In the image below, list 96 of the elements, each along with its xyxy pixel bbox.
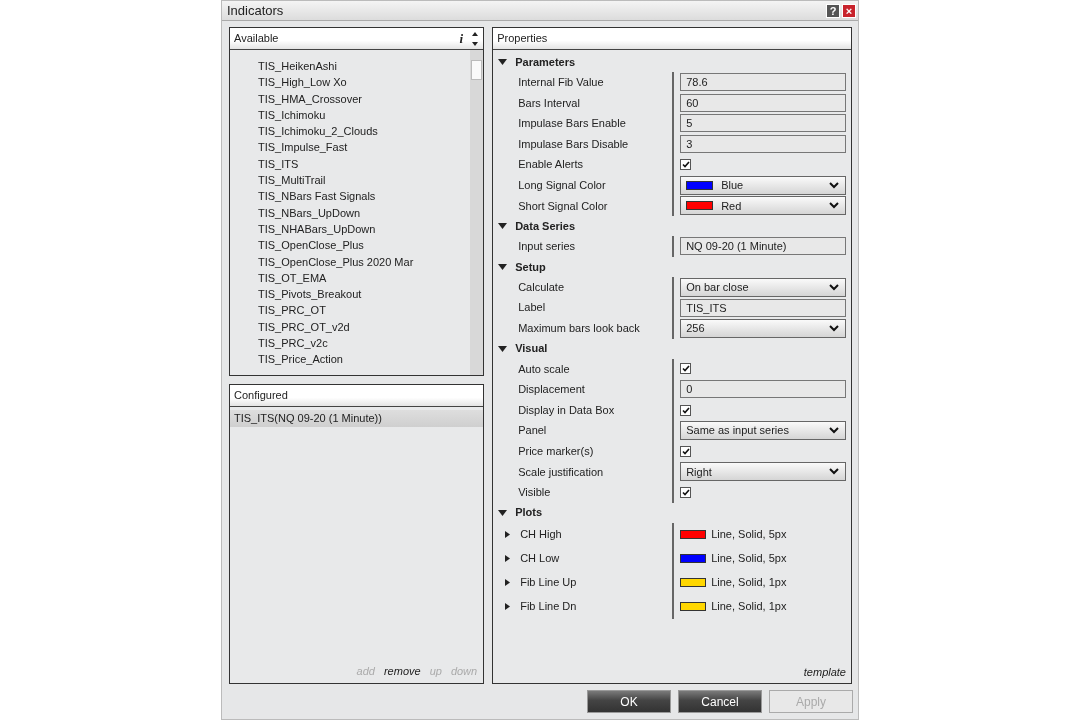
property-label: Long Signal Color <box>518 179 606 191</box>
list-item[interactable]: TIS_High_Low Xo <box>258 74 471 91</box>
list-item[interactable]: TIS_Pivots_Breakout <box>258 286 471 303</box>
category-header: Plots <box>515 505 543 521</box>
list-item[interactable]: TIS_ITS <box>258 155 471 173</box>
property-label: Displacement <box>518 383 585 396</box>
scrollbar[interactable] <box>470 50 484 375</box>
info-button[interactable]: i <box>459 28 464 49</box>
remove-link[interactable]: remove <box>383 662 421 679</box>
panel-header: Configured <box>234 388 288 404</box>
list-item[interactable]: TIS_NBars Fast Signals <box>258 188 471 205</box>
window-title: Indicators <box>227 1 285 20</box>
expand-arrow-icon[interactable] <box>498 345 508 352</box>
property-label: Auto scale <box>518 362 570 375</box>
property-label: Impulase Bars Enable <box>518 117 626 130</box>
list-item[interactable]: TIS_OT_EMA <box>258 269 471 287</box>
panel-header: Available <box>234 31 280 47</box>
expand-arrow-icon[interactable] <box>498 59 508 65</box>
list-item[interactable]: TIS_Ichimoku <box>258 106 471 124</box>
list-item[interactable]: TIS_PRC_v2c <box>258 335 471 352</box>
dropdown[interactable]: 256 <box>680 318 846 338</box>
checkbox[interactable] <box>680 363 692 375</box>
plot-style-text: Line, Solid, 5px <box>711 527 787 543</box>
list-item[interactable]: TIS_OpenClose_Plus <box>258 237 471 254</box>
dropdown[interactable]: Right <box>680 462 846 482</box>
dropdown[interactable]: On bar close <box>680 277 846 297</box>
chevron-icon[interactable] <box>829 468 839 476</box>
dialog-button[interactable]: Cancel <box>678 690 762 713</box>
list-item[interactable]: TIS_Impulse_Fast <box>258 139 471 156</box>
list-item[interactable]: TIS_Price_Action <box>258 351 471 368</box>
property-label: Internal Fib Value <box>518 76 604 89</box>
list-item[interactable]: TIS_PRC_OT <box>258 302 471 319</box>
category-header: Data Series <box>515 218 576 234</box>
list-item[interactable]: TIS_ITS(NQ 09-20 (1 Minute)) <box>230 410 484 427</box>
expand-arrow-icon[interactable] <box>498 509 508 516</box>
property-label: Panel <box>518 424 547 437</box>
category-header: Visual <box>515 341 548 357</box>
list-item[interactable]: TIS_NBars_UpDown <box>258 204 471 221</box>
list-item[interactable]: TIS_Ichimoku_2_Clouds <box>258 123 471 140</box>
property-label: Fib Line Up <box>520 575 577 591</box>
expand-arrow-icon[interactable] <box>505 603 511 611</box>
list-item[interactable]: TIS_PRC_OT_v2d <box>258 318 471 336</box>
list-item[interactable]: TIS_NHABars_UpDown <box>258 220 471 238</box>
property-label: Bars Interval <box>518 96 580 109</box>
input-field[interactable]: 5 <box>680 114 846 133</box>
property-label: Maximum bars look back <box>518 322 640 334</box>
dropdown[interactable]: Same as input series <box>680 421 846 441</box>
dropdown[interactable]: Red <box>680 196 846 216</box>
checkbox[interactable] <box>680 486 692 498</box>
template-link[interactable]: template <box>493 663 851 683</box>
list-item[interactable]: TIS_HeikenAshi <box>258 58 471 75</box>
property-label: Display in Data Box <box>518 403 615 416</box>
plot-style-text: Line, Solid, 5px <box>711 551 787 567</box>
plot-style-text: Line, Solid, 1px <box>711 599 787 615</box>
plot-style-text: Line, Solid, 1px <box>711 575 787 591</box>
list-item[interactable]: TIS_MultiTrail <box>258 172 471 189</box>
property-label: Price marker(s) <box>518 444 594 457</box>
input-field[interactable]: TIS_ITS <box>680 298 846 317</box>
input-field[interactable]: 3 <box>680 135 846 154</box>
checkbox[interactable] <box>680 404 692 416</box>
chevron-icon[interactable] <box>829 181 839 189</box>
list-item[interactable]: TIS_OpenClose_Plus 2020 Mar <box>258 253 471 270</box>
property-label: Scale justification <box>518 465 604 478</box>
expand-arrow-icon[interactable] <box>505 579 511 587</box>
property-label: Short Signal Color <box>518 199 608 212</box>
input-field[interactable]: 78.6 <box>680 73 846 92</box>
chevron-icon[interactable] <box>829 427 839 435</box>
chevron-icon[interactable] <box>829 202 839 210</box>
category-header: Parameters <box>515 54 576 70</box>
chevron-icon[interactable] <box>829 324 839 332</box>
input-field[interactable]: 60 <box>680 93 846 112</box>
property-label: Calculate <box>518 280 565 293</box>
panel-header: Properties <box>497 31 548 47</box>
property-label: Enable Alerts <box>518 158 583 171</box>
checkbox[interactable] <box>680 445 692 457</box>
dialog-button[interactable]: OK <box>587 690 671 713</box>
list-item[interactable]: TIS_HMA_Crossover <box>258 90 471 107</box>
chevron-icon[interactable] <box>829 283 839 291</box>
expand-arrow-icon[interactable] <box>498 263 508 270</box>
property-label: CH High <box>520 527 562 543</box>
close-button[interactable]: × <box>842 3 856 18</box>
category-header: Setup <box>515 259 546 275</box>
property-label: Input series <box>518 240 576 253</box>
property-label: CH Low <box>520 551 560 567</box>
input-field[interactable]: 0 <box>680 380 846 399</box>
property-label: Impulase Bars Disable <box>518 137 629 150</box>
property-label: Fib Line Dn <box>520 599 577 615</box>
input-field[interactable]: NQ 09-20 (1 Minute) <box>680 237 846 256</box>
property-label: Label <box>518 301 546 314</box>
dropdown[interactable]: Blue <box>680 175 846 195</box>
expand-arrow-icon[interactable] <box>498 223 508 230</box>
expand-arrow-icon[interactable] <box>505 531 511 539</box>
help-button[interactable]: ? <box>826 3 840 18</box>
expand-arrow-icon[interactable] <box>505 555 511 563</box>
checkbox[interactable] <box>680 159 692 171</box>
property-label: Visible <box>518 486 551 499</box>
